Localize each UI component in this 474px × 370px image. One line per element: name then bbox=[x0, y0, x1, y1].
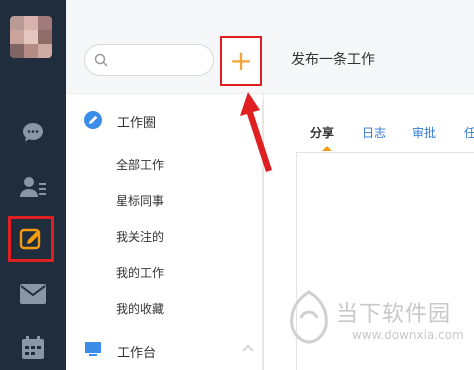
nav-item-all-work[interactable]: 全部工作 bbox=[116, 156, 164, 173]
avatar[interactable] bbox=[10, 16, 52, 58]
active-tab-indicator bbox=[322, 146, 332, 151]
search-input[interactable] bbox=[113, 51, 207, 71]
tab-approval[interactable]: 审批 bbox=[412, 124, 436, 141]
page-title: 发布一条工作 bbox=[291, 52, 375, 68]
edit-post-icon[interactable] bbox=[8, 216, 54, 262]
watermark-url: www.downxia.com bbox=[352, 328, 464, 342]
watermark-logo-icon bbox=[290, 290, 328, 344]
sidebar: + 工作圈 全部工作 星标同事 我关注的 我的工作 我的收藏 工作台 bbox=[66, 0, 265, 370]
mail-icon[interactable] bbox=[15, 276, 51, 312]
nav-section-workbench[interactable]: 工作台 bbox=[66, 332, 264, 368]
sidebar-header: + bbox=[66, 0, 264, 94]
pencil-circle-icon bbox=[84, 111, 102, 129]
contacts-icon[interactable] bbox=[15, 169, 51, 205]
chat-icon[interactable] bbox=[15, 114, 51, 150]
watermark-brand: 当下软件园 bbox=[336, 302, 452, 327]
monitor-icon bbox=[85, 342, 101, 356]
nav-section-label: 工作圈 bbox=[117, 116, 157, 131]
calendar-icon[interactable] bbox=[15, 330, 51, 366]
search-icon bbox=[94, 53, 108, 67]
tab-task[interactable]: 任 bbox=[464, 124, 474, 141]
plus-icon: + bbox=[229, 44, 253, 77]
left-rail bbox=[0, 0, 66, 370]
nav-section-work-circle[interactable]: 工作圈 bbox=[66, 102, 264, 138]
search-box[interactable] bbox=[84, 44, 214, 76]
chevron-up-icon[interactable] bbox=[242, 344, 254, 352]
nav-section-label: 工作台 bbox=[117, 346, 157, 361]
tab-share[interactable]: 分享 bbox=[310, 124, 334, 141]
nav-item-following[interactable]: 我关注的 bbox=[116, 228, 164, 245]
main-header: 发布一条工作 bbox=[264, 0, 474, 94]
tab-log[interactable]: 日志 bbox=[362, 124, 386, 141]
watermark: 当下软件园 www.downxia.com bbox=[286, 290, 474, 370]
app-window: + 工作圈 全部工作 星标同事 我关注的 我的工作 我的收藏 工作台 发布一条工… bbox=[0, 0, 474, 370]
add-button[interactable]: + bbox=[220, 36, 262, 86]
nav-item-my-favorites[interactable]: 我的收藏 bbox=[116, 300, 164, 317]
nav-item-my-work[interactable]: 我的工作 bbox=[116, 264, 164, 281]
annotation-arrow bbox=[240, 92, 272, 172]
nav-item-starred-colleagues[interactable]: 星标同事 bbox=[116, 192, 164, 209]
post-type-tabs: 分享 日志 审批 任 bbox=[264, 118, 474, 152]
